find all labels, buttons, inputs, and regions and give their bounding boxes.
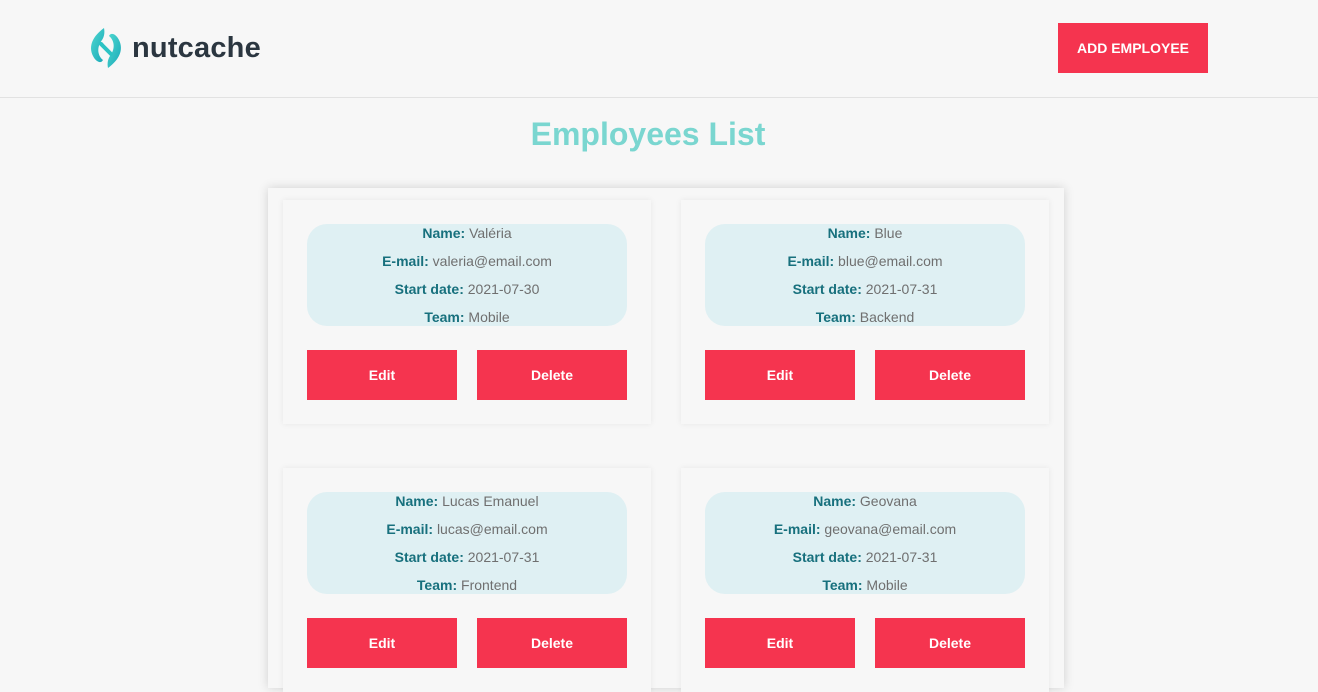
employee-card: Name: Valéria E-mail: valeria@email.com … [283, 200, 651, 424]
edit-button[interactable]: Edit [705, 350, 855, 400]
employee-team: Frontend [461, 577, 518, 593]
email-label: E-mail: [386, 521, 434, 537]
employee-name: Valéria [469, 225, 512, 241]
employee-name: Blue [874, 225, 903, 241]
employee-start-date: 2021-07-30 [467, 281, 540, 297]
employee-start-date: 2021-07-31 [865, 549, 938, 565]
edit-button[interactable]: Edit [307, 350, 457, 400]
email-label: E-mail: [773, 521, 821, 537]
employee-card: Name: Lucas Emanuel E-mail: lucas@email.… [283, 468, 651, 692]
employee-email: blue@email.com [838, 253, 943, 269]
delete-button[interactable]: Delete [875, 618, 1025, 668]
delete-button[interactable]: Delete [875, 350, 1025, 400]
employee-start-date-row: Start date: 2021-07-30 [307, 280, 627, 298]
employee-team: Backend [859, 309, 915, 325]
employee-card: Name: Blue E-mail: blue@email.com Start … [681, 200, 1049, 424]
name-label: Name: [827, 225, 871, 241]
employee-team: Mobile [866, 577, 908, 593]
employee-team-row: Team: Backend [705, 308, 1025, 326]
employee-start-date: 2021-07-31 [467, 549, 540, 565]
delete-button[interactable]: Delete [477, 618, 627, 668]
employees-list: Name: Valéria E-mail: valeria@email.com … [268, 188, 1064, 692]
employee-team: Mobile [468, 309, 510, 325]
employee-name: Geovana [859, 493, 917, 509]
page-title: Employees List [530, 116, 766, 152]
start-date-label: Start date: [792, 549, 862, 565]
employee-team-row: Team: Mobile [705, 576, 1025, 594]
name-label: Name: [395, 493, 439, 509]
employee-name: Lucas Emanuel [442, 493, 539, 509]
start-date-label: Start date: [394, 281, 464, 297]
employee-email: lucas@email.com [436, 521, 548, 537]
employee-start-date-row: Start date: 2021-07-31 [705, 280, 1025, 298]
employee-card: Name: Geovana E-mail: geovana@email.com … [681, 468, 1049, 692]
edit-button[interactable]: Edit [705, 618, 855, 668]
employee-name-row: Name: Geovana [705, 492, 1025, 510]
employee-info: Name: Blue E-mail: blue@email.com Start … [705, 224, 1025, 326]
employee-name-row: Name: Lucas Emanuel [307, 492, 627, 510]
team-label: Team: [416, 577, 458, 593]
employee-email-row: E-mail: blue@email.com [705, 252, 1025, 270]
employee-team-row: Team: Frontend [307, 576, 627, 594]
team-label: Team: [424, 309, 465, 325]
employee-info: Name: Valéria E-mail: valeria@email.com … [307, 224, 627, 326]
nutcache-logo[interactable]: nutcache [88, 26, 261, 70]
employee-team-row: Team: Mobile [307, 308, 627, 326]
employee-info: Name: Lucas Emanuel E-mail: lucas@email.… [307, 492, 627, 594]
employee-name-row: Name: Valéria [307, 224, 627, 242]
employee-start-date-row: Start date: 2021-07-31 [307, 548, 627, 566]
employee-email-row: E-mail: lucas@email.com [307, 520, 627, 538]
app-header: nutcache ADD EMPLOYEE [0, 0, 1318, 98]
employee-email-row: E-mail: geovana@email.com [705, 520, 1025, 538]
delete-button[interactable]: Delete [477, 350, 627, 400]
employee-email: geovana@email.com [824, 521, 957, 537]
employee-email: valeria@email.com [432, 253, 552, 269]
name-label: Name: [422, 225, 466, 241]
employee-name-row: Name: Blue [705, 224, 1025, 242]
nutcache-logo-icon [91, 28, 121, 68]
team-label: Team: [822, 577, 863, 593]
name-label: Name: [813, 493, 857, 509]
employee-start-date: 2021-07-31 [865, 281, 938, 297]
start-date-label: Start date: [394, 549, 464, 565]
start-date-label: Start date: [792, 281, 862, 297]
logo-text: nutcache [132, 31, 261, 64]
email-label: E-mail: [787, 253, 835, 269]
employee-email-row: E-mail: valeria@email.com [307, 252, 627, 270]
employee-info: Name: Geovana E-mail: geovana@email.com … [705, 492, 1025, 594]
add-employee-button[interactable]: ADD EMPLOYEE [1058, 23, 1208, 73]
edit-button[interactable]: Edit [307, 618, 457, 668]
employee-start-date-row: Start date: 2021-07-31 [705, 548, 1025, 566]
team-label: Team: [815, 309, 856, 325]
email-label: E-mail: [382, 253, 429, 269]
